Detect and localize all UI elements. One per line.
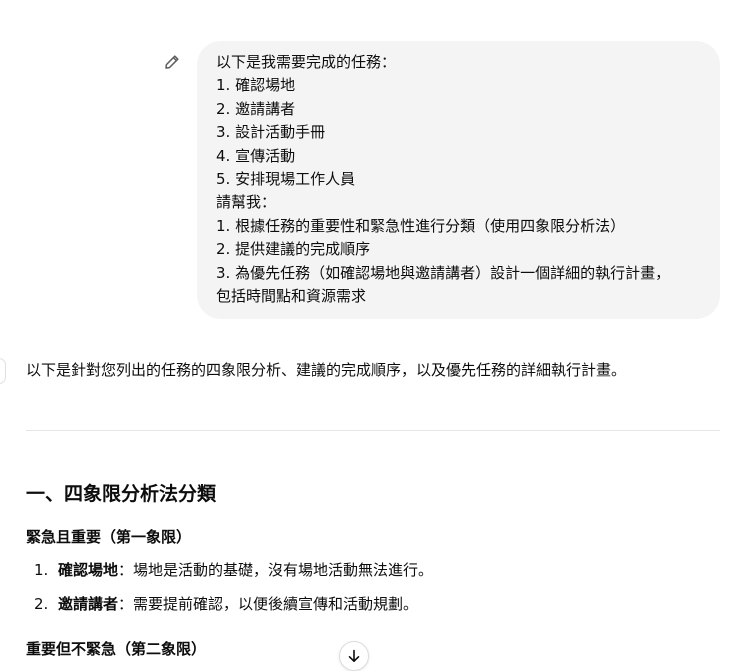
list-item-desc: ：場地是活動的基礎，沒有場地活動無法進行。 xyxy=(118,561,434,579)
user-message-line: 包括時間點和資源需求 xyxy=(216,287,367,306)
list-item-label: 邀請講者 xyxy=(58,595,119,613)
user-message-line: 3. 為優先任務（如確認場地與邀請講者）設計一個詳細的執行計畫， xyxy=(216,263,671,282)
divider xyxy=(26,430,720,431)
user-message-line: 2. 提供建議的完成順序 xyxy=(216,240,371,259)
arrow-down-icon xyxy=(348,649,360,662)
user-message-line: 2. 邀請講者 xyxy=(216,99,296,118)
list-number: 2. xyxy=(34,595,49,613)
quadrant-heading: 重要但不緊急（第二象限） xyxy=(26,640,207,658)
list-number: 1. xyxy=(34,561,49,579)
partial-avatar xyxy=(0,358,6,384)
section-heading: 一、四象限分析法分類 xyxy=(26,483,217,505)
list-item: 1. 確認場地：場地是活動的基礎，沒有場地活動無法進行。 xyxy=(34,559,433,581)
list-item-desc: ：需要提前確認，以便後續宣傳和活動規劃。 xyxy=(118,595,419,613)
list-item-label: 確認場地 xyxy=(58,561,119,579)
user-message-line: 以下是我需要完成的任務： xyxy=(216,53,397,71)
quadrant-heading: 緊急且重要（第一象限） xyxy=(26,528,192,546)
user-message-bubble: 以下是我需要完成的任務： 1. 確認場地 2. 邀請講者 3. 設計活動手冊 4… xyxy=(197,41,720,319)
user-message-line: 4. 宣傳活動 xyxy=(216,146,296,165)
user-message-line: 請幫我： xyxy=(216,193,277,212)
response-intro: 以下是針對您列出的任務的四象限分析、建議的完成順序，以及優先任務的詳細執行計畫。 xyxy=(26,361,627,379)
user-message-line: 1. 根據任務的重要性和緊急性進行分類（使用四象限分析法） xyxy=(216,216,626,235)
chat-view: 以下是我需要完成的任務： 1. 確認場地 2. 邀請講者 3. 設計活動手冊 4… xyxy=(0,0,740,671)
user-message-line: 3. 設計活動手冊 xyxy=(216,123,326,142)
user-message-line: 1. 確認場地 xyxy=(216,76,296,95)
scroll-to-bottom-button[interactable] xyxy=(339,641,369,671)
pencil-icon[interactable] xyxy=(163,53,181,71)
user-message-line: 5. 安排現場工作人員 xyxy=(216,170,356,189)
list-item: 2. 邀請講者：需要提前確認，以便後續宣傳和活動規劃。 xyxy=(34,593,418,615)
